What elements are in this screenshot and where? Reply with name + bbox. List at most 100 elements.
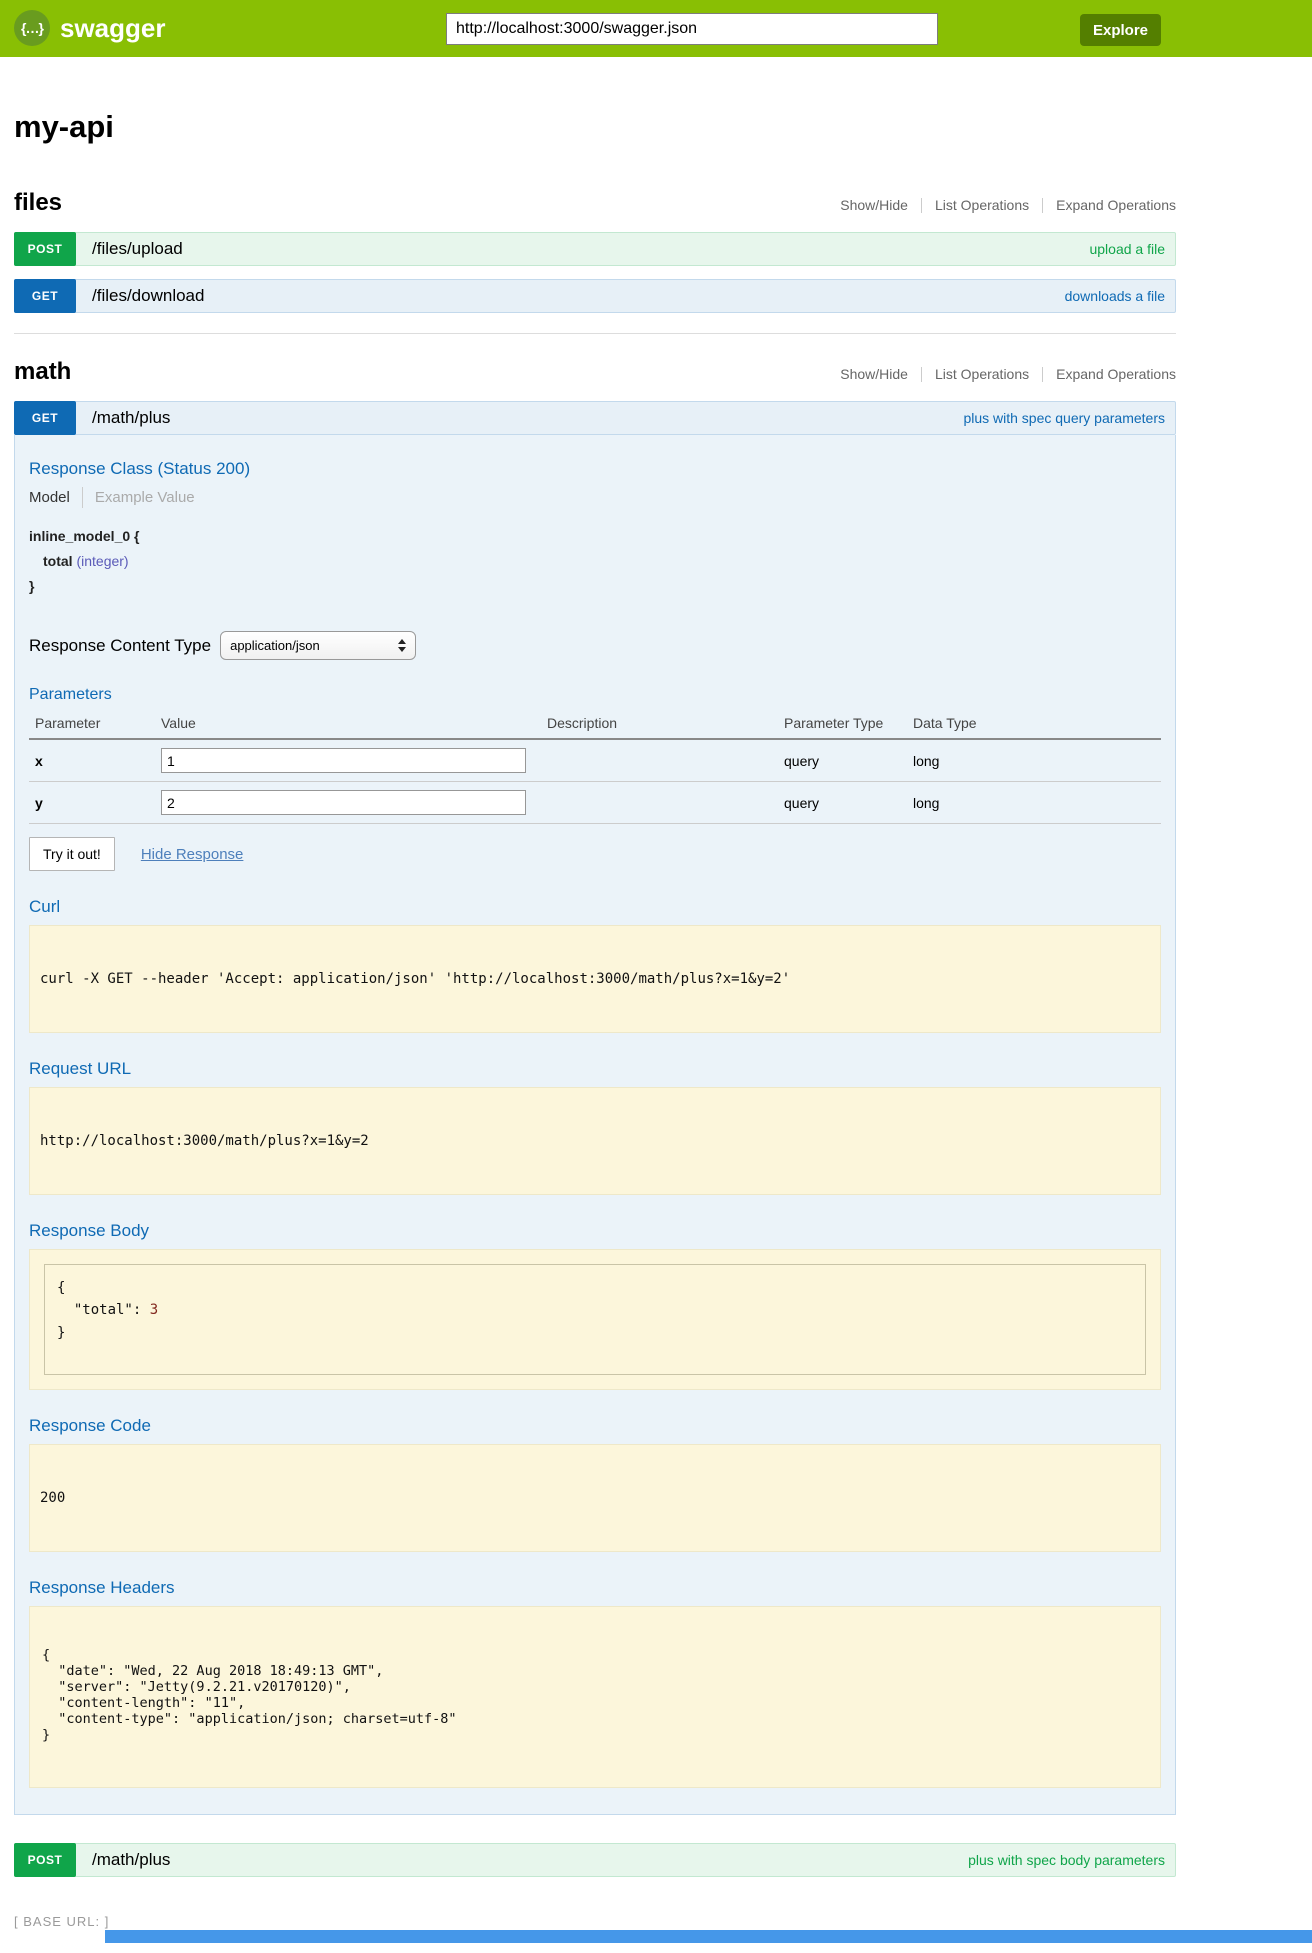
- column-header-parameter-type: Parameter Type: [778, 708, 907, 739]
- divider: [82, 487, 83, 508]
- tab-model[interactable]: Model: [29, 489, 70, 506]
- method-badge-get: GET: [14, 279, 76, 313]
- response-content-type-row: Response Content Type application/json: [29, 631, 1161, 660]
- math-list-operations-link[interactable]: List Operations: [935, 366, 1029, 382]
- files-section-controls: Show/Hide List Operations Expand Operati…: [840, 197, 1176, 213]
- tab-example-value[interactable]: Example Value: [95, 489, 195, 506]
- parameter-row-x: x query long: [29, 739, 1161, 782]
- parameter-type: query: [778, 782, 907, 824]
- main-content: my-api files Show/Hide List Operations E…: [14, 109, 1176, 1877]
- response-content-type-select[interactable]: application/json: [220, 631, 416, 660]
- try-it-out-button[interactable]: Try it out!: [29, 837, 115, 871]
- parameter-y-input[interactable]: [161, 790, 526, 815]
- hide-response-link[interactable]: Hide Response: [141, 846, 244, 863]
- model-close: }: [29, 578, 34, 594]
- response-body-json: { "total": 3 }: [57, 1277, 1133, 1344]
- curl-command: curl -X GET --header 'Accept: applicatio…: [40, 971, 1150, 987]
- response-class-heading: Response Class (Status 200): [29, 459, 1161, 479]
- parameters-heading: Parameters: [29, 686, 1161, 704]
- response-content-type-value: application/json: [230, 638, 320, 653]
- curl-command-block: curl -X GET --header 'Accept: applicatio…: [29, 925, 1161, 1033]
- parameter-data-type: long: [907, 782, 1161, 824]
- explore-button[interactable]: Explore: [1080, 14, 1161, 46]
- files-show-hide-link[interactable]: Show/Hide: [840, 197, 908, 213]
- operation-summary-link[interactable]: upload a file: [1089, 241, 1165, 257]
- model-signature: inline_model_0 { total (integer) }: [29, 524, 1161, 599]
- response-body-inner: { "total": 3 }: [44, 1264, 1146, 1375]
- try-it-out-row: Try it out! Hide Response: [29, 837, 1161, 871]
- math-section-controls: Show/Hide List Operations Expand Operati…: [840, 366, 1176, 382]
- swagger-logo-link[interactable]: {…} swagger: [14, 10, 166, 46]
- parameter-description: [541, 782, 778, 824]
- parameter-name: y: [29, 782, 155, 824]
- column-header-description: Description: [541, 708, 778, 739]
- operation-row-get-files-download[interactable]: GET /files/download downloads a file: [14, 279, 1176, 313]
- parameter-description: [541, 739, 778, 782]
- operation-path-link[interactable]: /files/upload: [92, 239, 183, 259]
- parameter-x-input[interactable]: [161, 748, 526, 773]
- curl-heading: Curl: [29, 897, 1161, 917]
- operation-row-post-files-upload[interactable]: POST /files/upload upload a file: [14, 232, 1176, 266]
- files-list-operations-link[interactable]: List Operations: [935, 197, 1029, 213]
- request-url-heading: Request URL: [29, 1059, 1161, 1079]
- swagger-logo-icon: {…}: [14, 10, 50, 46]
- spec-url-input[interactable]: [446, 13, 938, 45]
- operation-path-link[interactable]: /math/plus: [92, 1850, 170, 1870]
- operation-row-post-math-plus[interactable]: POST /math/plus plus with spec body para…: [14, 1843, 1176, 1877]
- parameters-table: Parameter Value Description Parameter Ty…: [29, 708, 1161, 824]
- request-url-block: http://localhost:3000/math/plus?x=1&y=2: [29, 1087, 1161, 1195]
- select-arrows-icon: [398, 639, 406, 652]
- response-code-heading: Response Code: [29, 1416, 1161, 1436]
- operation-get-math-plus: GET /math/plus plus with spec query para…: [14, 401, 1176, 1815]
- parameter-data-type: long: [907, 739, 1161, 782]
- top-header-bar: {…} swagger Explore: [0, 0, 1312, 57]
- response-content-type-label: Response Content Type: [29, 636, 211, 656]
- operation-path-link[interactable]: /files/download: [92, 286, 204, 306]
- response-code-block: 200: [29, 1444, 1161, 1552]
- math-section-title: math: [14, 358, 71, 386]
- column-header-value: Value: [155, 708, 541, 739]
- column-header-data-type: Data Type: [907, 708, 1161, 739]
- math-expand-operations-link[interactable]: Expand Operations: [1056, 366, 1176, 382]
- parameter-name: x: [29, 739, 155, 782]
- operation-path-link[interactable]: /math/plus: [92, 408, 170, 428]
- response-body-block: { "total": 3 }: [29, 1249, 1161, 1390]
- base-url-label: [ BASE URL: ]: [14, 1914, 109, 1929]
- column-header-parameter: Parameter: [29, 708, 155, 739]
- divider: [1042, 367, 1043, 382]
- request-url: http://localhost:3000/math/plus?x=1&y=2: [40, 1133, 1150, 1149]
- operation-row-get-math-plus[interactable]: GET /math/plus plus with spec query para…: [14, 401, 1176, 435]
- files-section-header: files Show/Hide List Operations Expand O…: [14, 189, 1176, 217]
- method-badge-post: POST: [14, 1843, 76, 1877]
- divider: [1042, 198, 1043, 213]
- response-code: 200: [40, 1490, 1150, 1506]
- response-body-heading: Response Body: [29, 1221, 1161, 1241]
- model-prop-type: (integer): [76, 553, 128, 569]
- model-prop-name: total: [43, 553, 73, 569]
- operation-summary-link[interactable]: plus with spec body parameters: [968, 1852, 1165, 1868]
- method-badge-get: GET: [14, 401, 76, 435]
- page-title: my-api: [14, 109, 1176, 145]
- brand-title: swagger: [60, 13, 166, 44]
- model-open: inline_model_0 {: [29, 528, 139, 544]
- response-headers-json: { "date": "Wed, 22 Aug 2018 18:49:13 GMT…: [42, 1647, 1150, 1743]
- math-section-header: math Show/Hide List Operations Expand Op…: [14, 358, 1176, 386]
- response-headers-block: { "date": "Wed, 22 Aug 2018 18:49:13 GMT…: [29, 1606, 1161, 1788]
- model-tabs: Model Example Value: [29, 487, 1161, 508]
- parameter-row-y: y query long: [29, 782, 1161, 824]
- files-section-title: files: [14, 189, 62, 217]
- footer-highlight-bar: [105, 1930, 1312, 1943]
- operation-summary-link[interactable]: plus with spec query parameters: [963, 410, 1165, 426]
- response-headers-heading: Response Headers: [29, 1578, 1161, 1598]
- operation-content-panel: Response Class (Status 200) Model Exampl…: [14, 435, 1176, 1815]
- divider: [921, 367, 922, 382]
- divider: [921, 198, 922, 213]
- section-divider: [14, 333, 1176, 334]
- parameter-type: query: [778, 739, 907, 782]
- files-expand-operations-link[interactable]: Expand Operations: [1056, 197, 1176, 213]
- method-badge-post: POST: [14, 232, 76, 266]
- parameters-header-row: Parameter Value Description Parameter Ty…: [29, 708, 1161, 739]
- page-footer: [ BASE URL: ]: [0, 1913, 1312, 1953]
- math-show-hide-link[interactable]: Show/Hide: [840, 366, 908, 382]
- operation-summary-link[interactable]: downloads a file: [1065, 288, 1165, 304]
